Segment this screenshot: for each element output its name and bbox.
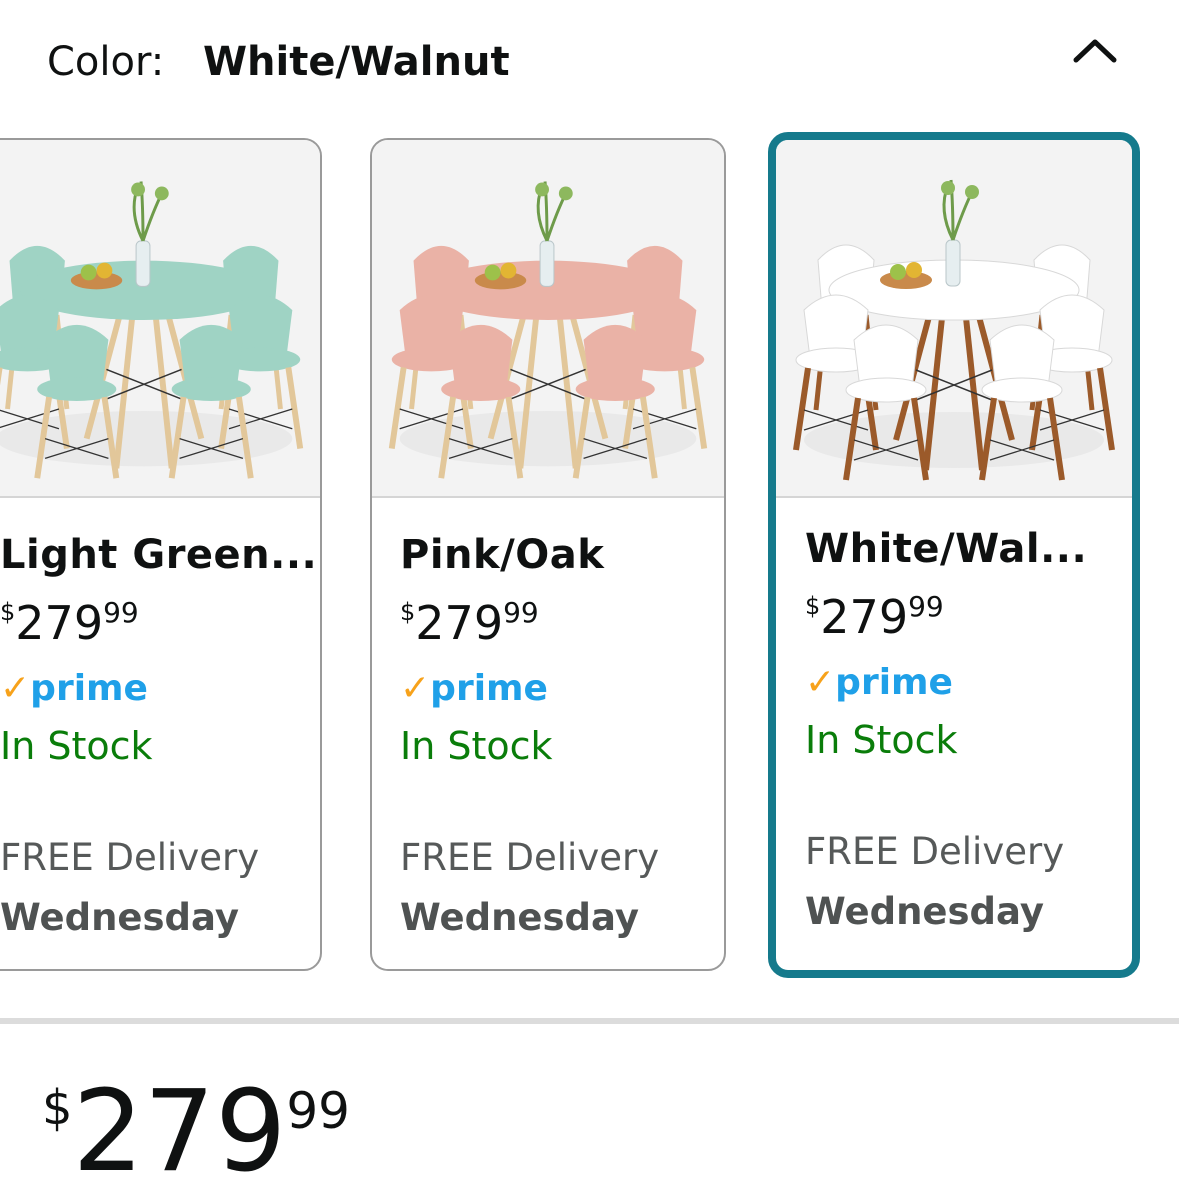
color-label: Color: [47,39,165,85]
option-price: $27999 [400,596,539,650]
stock-status: In Stock [805,718,958,762]
delivery-text: FREE Delivery [400,836,660,879]
stock-status: In Stock [400,724,553,768]
selected-color-value: White/Walnut [202,39,510,85]
prime-badge: ✓prime [805,662,953,703]
color-option-white-walnut[interactable]: White/Wal... $27999 ✓prime In Stock FREE… [768,132,1140,978]
checkmark-icon: ✓ [0,668,31,709]
product-image [0,140,320,498]
option-name: Light Green... [0,532,318,578]
option-name: White/Wal... [805,526,1088,572]
color-option-light-green[interactable]: Light Green... $27999 ✓prime In Stock FR… [0,138,322,971]
product-image [776,140,1132,498]
option-name: Pink/Oak [400,532,605,578]
checkmark-icon: ✓ [805,662,836,703]
main-price: $27999 [42,1067,350,1197]
prime-badge: ✓prime [0,668,148,709]
checkmark-icon: ✓ [400,668,431,709]
stock-status: In Stock [0,724,153,768]
option-price: $27999 [805,590,944,644]
delivery-text: FREE Delivery [0,836,260,879]
product-image [372,140,724,498]
color-selector-header: Color: White/Walnut [47,38,510,86]
delivery-day: Wednesday [805,890,1044,933]
delivery-day: Wednesday [0,896,239,939]
option-price: $27999 [0,596,139,650]
color-option-pink-oak[interactable]: Pink/Oak $27999 ✓prime In Stock FREE Del… [370,138,726,971]
section-divider [0,1018,1179,1024]
delivery-text: FREE Delivery [805,830,1065,873]
prime-badge: ✓prime [400,668,548,709]
chevron-up-icon[interactable] [1070,30,1120,70]
delivery-day: Wednesday [400,896,639,939]
